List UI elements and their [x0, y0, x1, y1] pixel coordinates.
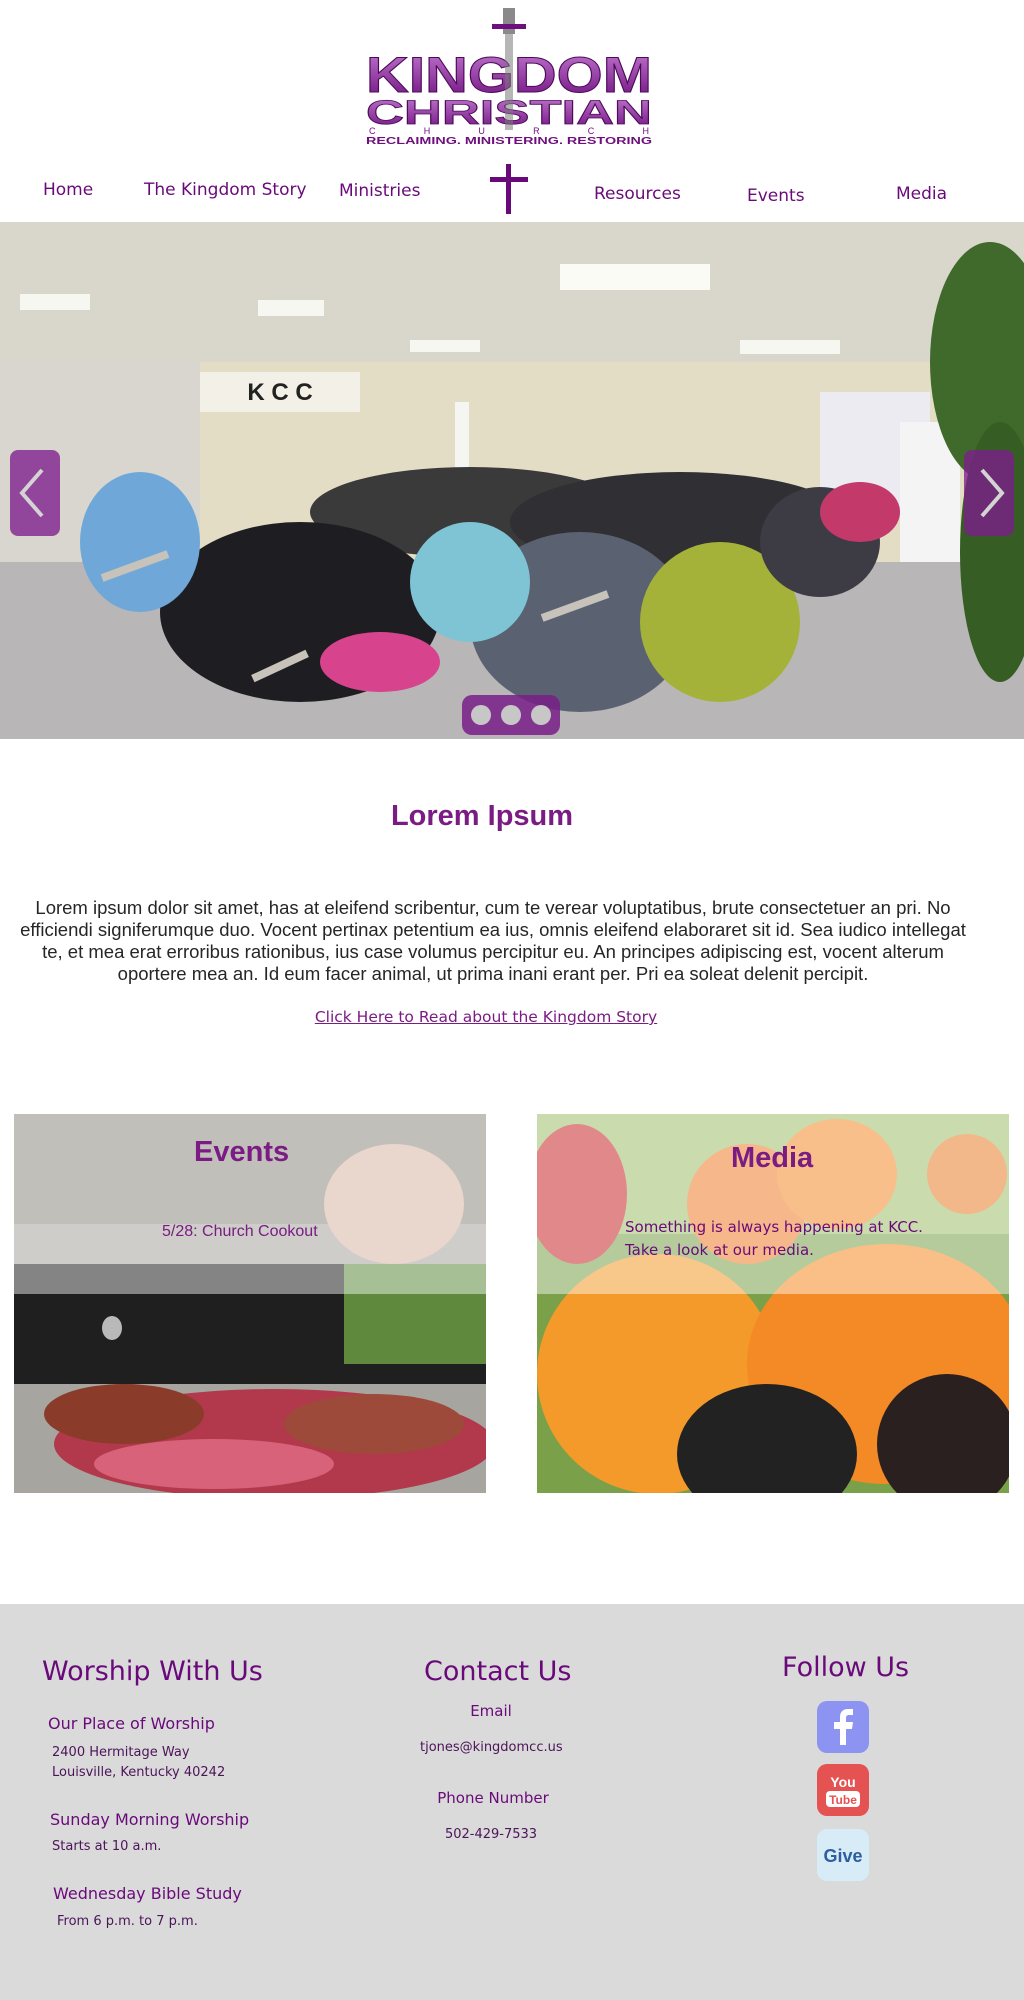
slider-dot-2[interactable]	[501, 705, 521, 725]
email-label: Email	[470, 1702, 512, 1720]
youtube-link[interactable]: You Tube	[817, 1764, 869, 1816]
nav-resources[interactable]: Resources	[594, 184, 681, 204]
phone-label: Phone Number	[437, 1789, 549, 1807]
kingdom-story-link[interactable]: Click Here to Read about the Kingdom Sto…	[0, 1008, 972, 1026]
slider-prev-button[interactable]	[10, 450, 60, 536]
chevron-right-icon	[980, 468, 1005, 518]
sunday-label: Sunday Morning Worship	[50, 1810, 250, 1829]
worship-title: Worship With Us	[42, 1656, 263, 1687]
svg-text:K C C: K C C	[247, 379, 312, 406]
address-line-2: Louisville, Kentucky 40242	[52, 1765, 226, 1780]
slider-dot-1[interactable]	[471, 705, 491, 725]
event-item[interactable]: 5/28: Church Cookout	[162, 1223, 318, 1241]
main-nav: Home The Kingdom Story Ministries Resour…	[0, 160, 1024, 222]
nav-ministries[interactable]: Ministries	[339, 181, 420, 201]
media-text-line-2: Take a look at our media.	[625, 1241, 814, 1259]
svg-text:Give: Give	[823, 1846, 862, 1866]
svg-text:Tube: Tube	[829, 1793, 857, 1807]
svg-text:You: You	[830, 1774, 855, 1790]
place-label: Our Place of Worship	[48, 1714, 215, 1733]
wednesday-time: From 6 p.m. to 7 p.m.	[57, 1914, 198, 1929]
church-logo[interactable]: KINGDOM CHRISTIAN C H U R C H RECLAIMING…	[362, 8, 656, 147]
cross-icon[interactable]	[488, 164, 530, 214]
wednesday-label: Wednesday Bible Study	[53, 1884, 242, 1903]
slider-pagination	[462, 695, 560, 735]
chevron-left-icon	[19, 468, 44, 518]
slider-dot-3[interactable]	[531, 705, 551, 725]
email-link[interactable]: tjones@kingdomcc.us	[420, 1738, 563, 1758]
hero-slider: K C C	[0, 222, 1024, 739]
youtube-icon: You Tube	[817, 1764, 869, 1816]
facebook-link[interactable]	[817, 1701, 869, 1753]
slider-next-button[interactable]	[964, 450, 1014, 536]
follow-title: Follow Us	[782, 1652, 910, 1683]
logo-graphic: KINGDOM CHRISTIAN C H U R C H RECLAIMING…	[366, 8, 653, 147]
facebook-icon	[817, 1701, 869, 1753]
phone-number[interactable]: 502-429-7533	[420, 1825, 562, 1845]
nav-home[interactable]: Home	[43, 180, 93, 200]
intro-title: Lorem Ipsum	[390, 800, 574, 832]
events-title: Events	[194, 1136, 290, 1168]
congregation-photo: K C C	[0, 222, 1024, 739]
nav-kingdom-story[interactable]: The Kingdom Story	[144, 180, 307, 200]
intro-body: Lorem ipsum dolor sit amet, has at eleif…	[20, 897, 966, 984]
nav-events[interactable]: Events	[747, 186, 805, 206]
media-description: Something is always happening at KCC. Ta…	[625, 1216, 965, 1262]
svg-text:RECLAIMING, MINISTERING, RESTO: RECLAIMING, MINISTERING, RESTORING	[366, 136, 652, 144]
media-overlay	[537, 1114, 1009, 1294]
give-icon: Give	[817, 1829, 869, 1881]
media-card[interactable]: Media Something is always happening at K…	[537, 1114, 1009, 1493]
nav-media[interactable]: Media	[896, 184, 947, 204]
events-card[interactable]: Events 5/28: Church Cookout	[14, 1114, 486, 1493]
media-text-line-1: Something is always happening at KCC.	[625, 1218, 923, 1236]
give-link[interactable]: Give	[817, 1829, 869, 1881]
sunday-time: Starts at 10 a.m.	[52, 1839, 162, 1854]
footer: Worship With Us Our Place of Worship 240…	[0, 1604, 1024, 2000]
contact-title: Contact Us	[424, 1656, 572, 1687]
address-line-1: 2400 Hermitage Way	[52, 1745, 190, 1760]
media-title: Media	[731, 1142, 814, 1174]
